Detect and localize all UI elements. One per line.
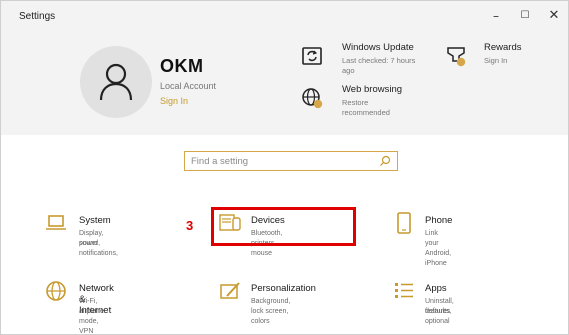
apps-icon [395, 283, 413, 298]
step-number: 3 [186, 218, 194, 233]
devices-highlight-box [211, 207, 356, 246]
web-browsing-sub-2: recommended [342, 108, 390, 117]
rewards-icon [447, 47, 466, 67]
tile-apps-desc-2: features [425, 308, 451, 315]
search-placeholder: Find a setting [191, 156, 249, 167]
search-icon[interactable] [379, 155, 391, 167]
minimize-button[interactable]: – [484, 7, 508, 25]
web-browsing-sub-1: Restore [342, 98, 369, 107]
search-input[interactable]: Find a setting [184, 151, 398, 171]
rewards-sub: Sign In [484, 56, 508, 65]
windows-update-sub-1: Last checked: 7 hours [342, 56, 416, 65]
rewards-title: Rewards [484, 42, 522, 53]
tile-system-desc-2: power [79, 240, 99, 247]
tile-phone-title: Phone [425, 215, 453, 226]
tile-apps-title: Apps [425, 283, 447, 294]
tile-system-title: System [79, 215, 111, 226]
maximize-button[interactable]: ☐ [513, 7, 537, 25]
user-name: OKM [160, 56, 204, 76]
avatar[interactable] [80, 46, 152, 118]
web-browsing-icon [302, 88, 323, 109]
globe-icon [46, 281, 66, 301]
tile-personalization-desc: Background, lock screen, colors [251, 298, 291, 325]
user-icon [99, 63, 133, 101]
personalization-icon [220, 282, 240, 299]
user-sign-in-link[interactable]: Sign In [160, 96, 188, 106]
windows-update-sub-2: ago [342, 66, 355, 75]
tile-network-desc: Wi-Fi, airplane mode, VPN [79, 298, 104, 335]
phone-icon [397, 212, 411, 234]
window-title: Settings [19, 11, 56, 22]
windows-update-icon [302, 47, 322, 65]
settings-window: Settings – ☐ ✕ OKM Local Account Sign In… [0, 0, 569, 335]
windows-update-title: Windows Update [342, 42, 414, 53]
account-type: Local Account [160, 81, 217, 91]
settings-header: Settings – ☐ ✕ OKM Local Account Sign In… [1, 1, 568, 135]
tile-personalization-title: Personalization [251, 283, 316, 294]
tile-phone-desc: Link your Android, iPhone [425, 230, 452, 267]
close-button[interactable]: ✕ [542, 7, 566, 25]
web-browsing-title: Web browsing [342, 84, 403, 95]
laptop-icon [46, 215, 66, 230]
